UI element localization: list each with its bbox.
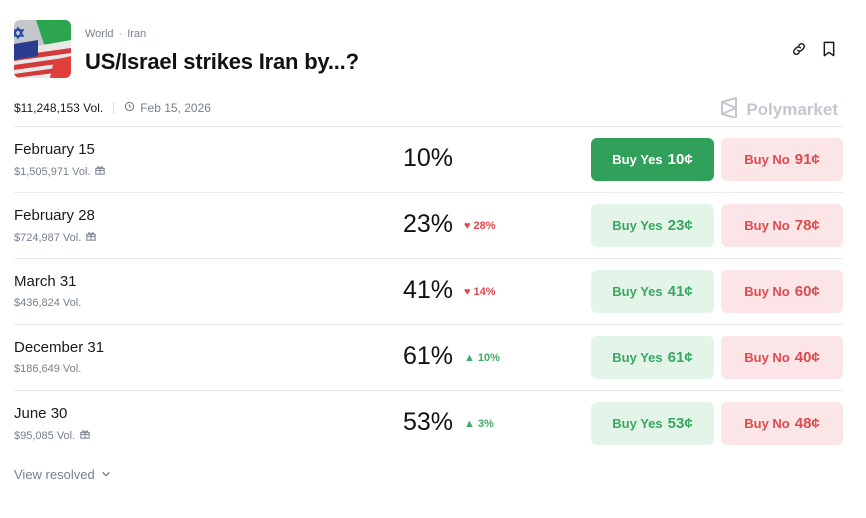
outcome-volume-text: $95,085 Vol. [14, 429, 76, 442]
outcome-probability: 53% [403, 408, 454, 436]
chevron-down-icon [101, 467, 111, 482]
buy-yes-price: 53¢ [667, 415, 693, 432]
buy-no-button[interactable]: Buy No 91¢ [721, 138, 843, 181]
buy-yes-button[interactable]: Buy Yes 10¢ [591, 138, 714, 181]
buy-yes-label: Buy Yes [612, 284, 663, 299]
header-actions [790, 40, 838, 58]
buy-no-button[interactable]: Buy No 60¢ [721, 270, 843, 313]
outcome-volume: $724,987 Vol. [14, 231, 96, 244]
probability-change: ▲ 3% [464, 418, 494, 430]
buy-yes-label: Buy Yes [612, 350, 663, 365]
outcome-probability: 41% [403, 276, 454, 304]
outcome-volume-text: $436,824 Vol. [14, 297, 82, 309]
buy-yes-button[interactable]: Buy Yes 23¢ [591, 204, 714, 247]
gift-icon [86, 231, 96, 244]
buy-no-button[interactable]: Buy No 78¢ [721, 204, 843, 247]
clock-icon [124, 101, 135, 115]
bookmark-icon[interactable] [820, 40, 838, 58]
buy-no-label: Buy No [744, 218, 790, 233]
page-title: US/Israel strikes Iran by...? [85, 49, 359, 74]
buy-yes-button[interactable]: Buy Yes 53¢ [591, 402, 714, 445]
view-resolved-toggle[interactable]: View resolved [14, 467, 111, 482]
buy-no-label: Buy No [744, 284, 790, 299]
probability-change-value: 14% [473, 286, 496, 298]
polymarket-wordmark: Polymarket [746, 99, 838, 119]
outcome-label: December 31 [14, 339, 105, 356]
probability-change-value: 10% [477, 352, 500, 364]
outcome-row: February 28 $724,987 Vol. 23% ♥ 28% Buy Y… [14, 192, 843, 258]
heart-down-icon: ♥ [464, 220, 471, 232]
outcome-volume: $436,824 Vol. [14, 297, 81, 309]
buy-no-label: Buy No [744, 152, 790, 167]
buy-yes-label: Buy Yes [612, 416, 663, 431]
probability-change: ▲ 10% [464, 352, 500, 364]
breadcrumb: World · Iran [85, 28, 146, 40]
polymarket-mark-icon [719, 96, 739, 123]
total-volume: $11,248,153 Vol. [14, 101, 104, 115]
outcome-volume-text: $186,649 Vol. [14, 363, 82, 375]
buy-yes-price: 41¢ [667, 283, 693, 300]
buy-no-price: 78¢ [794, 217, 820, 234]
meta-divider [113, 102, 115, 114]
breadcrumb-iran[interactable]: Iran [127, 28, 146, 40]
buy-yes-button[interactable]: Buy Yes 41¢ [591, 270, 714, 313]
outcome-list: February 15 $1,505,971 Vol. 10% Buy Yes 1… [14, 126, 843, 456]
outcome-row: December 31 $186,649 Vol. 61% ▲ 10% Buy Y… [14, 324, 843, 390]
buy-no-button[interactable]: Buy No 40¢ [721, 336, 843, 379]
probability-change: ♥ 28% [464, 220, 496, 232]
buy-yes-price: 23¢ [667, 217, 693, 234]
buy-yes-price: 61¢ [667, 349, 693, 366]
buy-no-price: 91¢ [794, 151, 820, 168]
heart-down-icon: ♥ [464, 286, 471, 298]
outcome-label: February 15 [14, 141, 95, 158]
buy-yes-label: Buy Yes [612, 218, 663, 233]
end-date: Feb 15, 2026 [124, 101, 211, 115]
probability-change: ♥ 14% [464, 286, 496, 298]
outcome-volume-text: $1,505,971 Vol. [14, 165, 91, 178]
polymarket-logo: Polymarket [719, 96, 838, 123]
breadcrumb-world[interactable]: World [85, 28, 114, 40]
triangle-up-icon: ▲ [464, 418, 475, 430]
outcome-volume: $186,649 Vol. [14, 363, 81, 375]
buy-no-price: 60¢ [794, 283, 820, 300]
outcome-probability: 23% [403, 210, 454, 238]
gift-icon [95, 165, 106, 178]
buy-yes-label: Buy Yes [612, 152, 663, 167]
outcome-label: March 31 [14, 273, 77, 290]
end-date-text: Feb 15, 2026 [140, 101, 211, 115]
outcome-volume: $1,505,971 Vol. [14, 165, 106, 178]
buy-yes-price: 10¢ [667, 151, 693, 168]
view-resolved-label: View resolved [14, 467, 95, 482]
probability-change-value: 3% [477, 418, 494, 430]
buy-no-label: Buy No [744, 350, 790, 365]
outcome-probability: 61% [403, 342, 454, 370]
gift-icon [80, 429, 90, 442]
outcome-row: March 31 $436,824 Vol. 41% ♥ 14% Buy Yes 4… [14, 258, 843, 324]
buy-no-price: 48¢ [794, 415, 820, 432]
market-header: World · Iran US/Israel strikes Iran by...? [14, 20, 852, 80]
buy-no-price: 40¢ [794, 349, 820, 366]
outcome-label: February 28 [14, 207, 95, 224]
market-meta: $11,248,153 Vol. Feb 15, 2026 Polymarket [14, 97, 852, 119]
outcome-row: June 30 $95,085 Vol. 53% ▲ 3% Buy Yes 53¢ … [14, 390, 843, 456]
outcome-volume: $95,085 Vol. [14, 429, 90, 442]
buy-no-button[interactable]: Buy No 48¢ [721, 402, 843, 445]
outcome-probability: 10% [403, 144, 454, 172]
buy-yes-button[interactable]: Buy Yes 61¢ [591, 336, 714, 379]
triangle-up-icon: ▲ [464, 352, 475, 364]
breadcrumb-separator: · [118, 28, 123, 40]
probability-change-value: 28% [473, 220, 496, 232]
outcome-label: June 30 [14, 405, 68, 422]
outcome-row: February 15 $1,505,971 Vol. 10% Buy Yes 1… [14, 126, 843, 192]
outcome-volume-text: $724,987 Vol. [14, 231, 82, 244]
link-icon[interactable] [790, 40, 808, 58]
buy-no-label: Buy No [744, 416, 790, 431]
market-thumbnail [14, 20, 71, 78]
